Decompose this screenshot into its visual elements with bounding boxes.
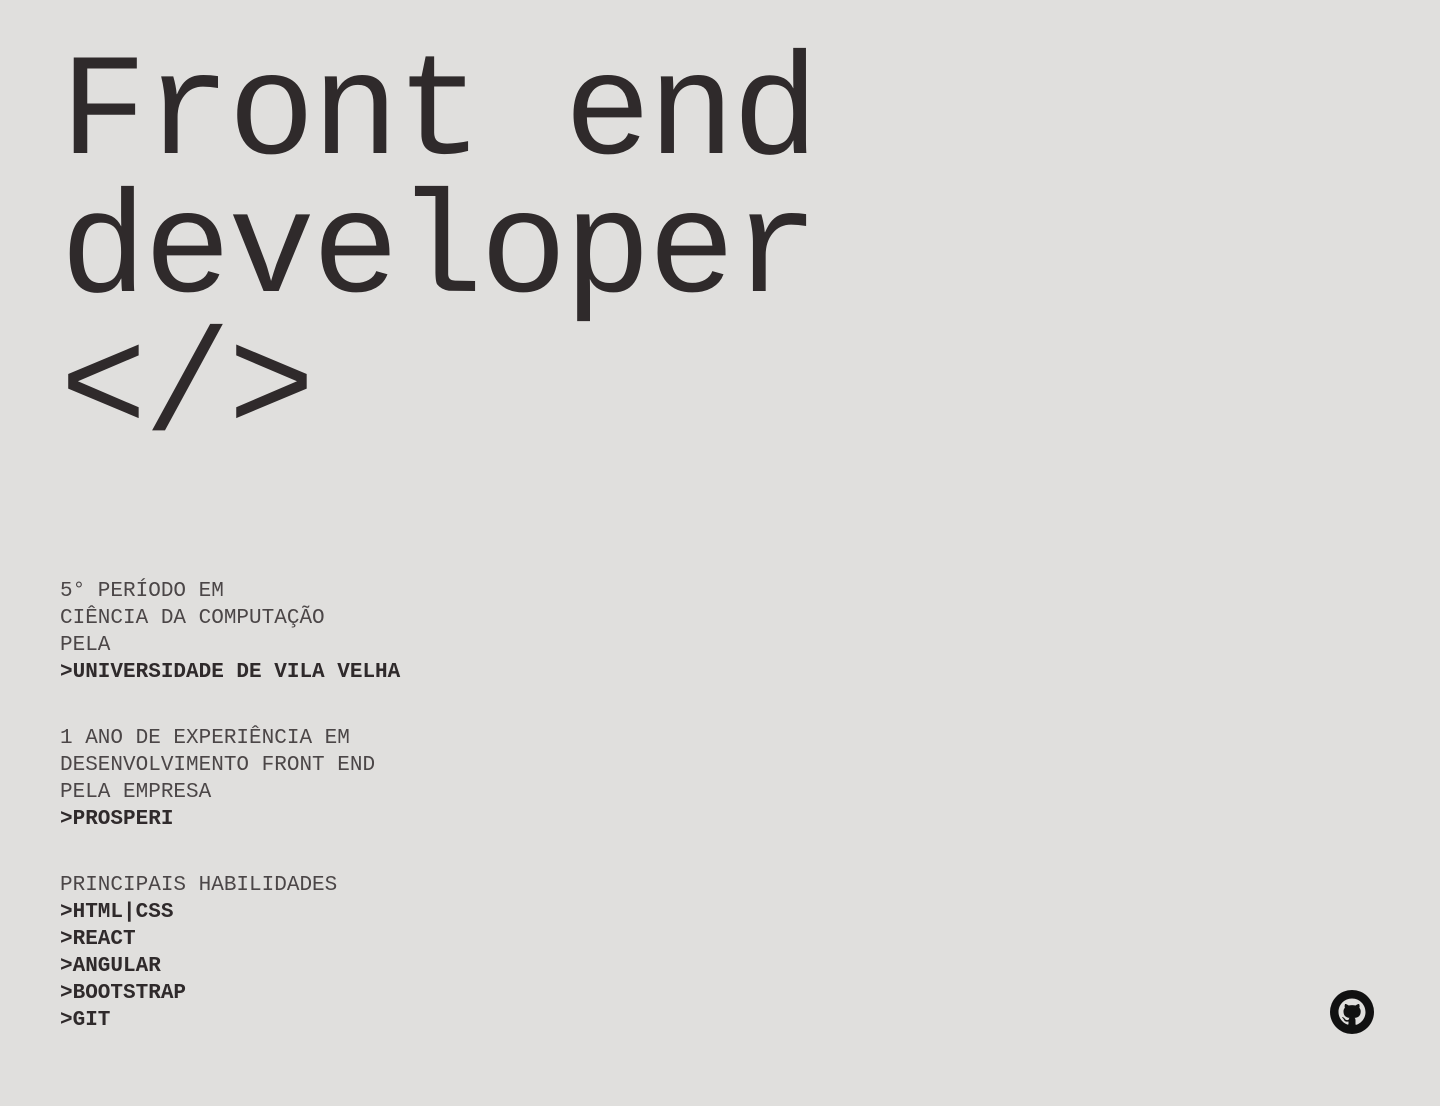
skills-heading: PRINCIPAIS HABILIDADES bbox=[60, 874, 338, 897]
hero-line-front-end: Front end bbox=[60, 32, 819, 197]
skill-item: >ANGULAR bbox=[60, 955, 161, 978]
education-line: CIÊNCIA DA COMPUTAÇÃO bbox=[60, 607, 325, 630]
experience-line: 1 ANO DE EXPERIÊNCIA EM bbox=[60, 727, 350, 750]
experience-line: DESENVOLVIMENTO FRONT END bbox=[60, 754, 376, 777]
hero-title: Front end developer </> bbox=[60, 32, 819, 473]
experience-line: PELA EMPRESA bbox=[60, 781, 212, 804]
experience-section: 1 ANO DE EXPERIÊNCIA EM DESENVOLVIMENTO … bbox=[60, 725, 580, 833]
github-icon bbox=[1330, 990, 1374, 1034]
skill-item: >GIT bbox=[60, 1009, 111, 1032]
education-line: PELA bbox=[60, 634, 111, 657]
skill-item: >BOOTSTRAP bbox=[60, 982, 187, 1005]
hero-line-code-tag: </> bbox=[60, 308, 315, 473]
skill-item: >REACT bbox=[60, 928, 136, 951]
company-name: >PROSPERI bbox=[60, 808, 174, 831]
profile-info: 5° PERÍODO EM CIÊNCIA DA COMPUTAÇÃO PELA… bbox=[60, 578, 580, 1073]
hero-line-developer: developer bbox=[60, 170, 819, 335]
skill-item: >HTML|CSS bbox=[60, 901, 174, 924]
education-line: 5° PERÍODO EM bbox=[60, 580, 224, 603]
github-link[interactable] bbox=[1328, 988, 1376, 1036]
education-section: 5° PERÍODO EM CIÊNCIA DA COMPUTAÇÃO PELA… bbox=[60, 578, 580, 686]
university-name: >UNIVERSIDADE DE VILA VELHA bbox=[60, 661, 401, 684]
skills-section: PRINCIPAIS HABILIDADES >HTML|CSS >REACT … bbox=[60, 872, 580, 1034]
